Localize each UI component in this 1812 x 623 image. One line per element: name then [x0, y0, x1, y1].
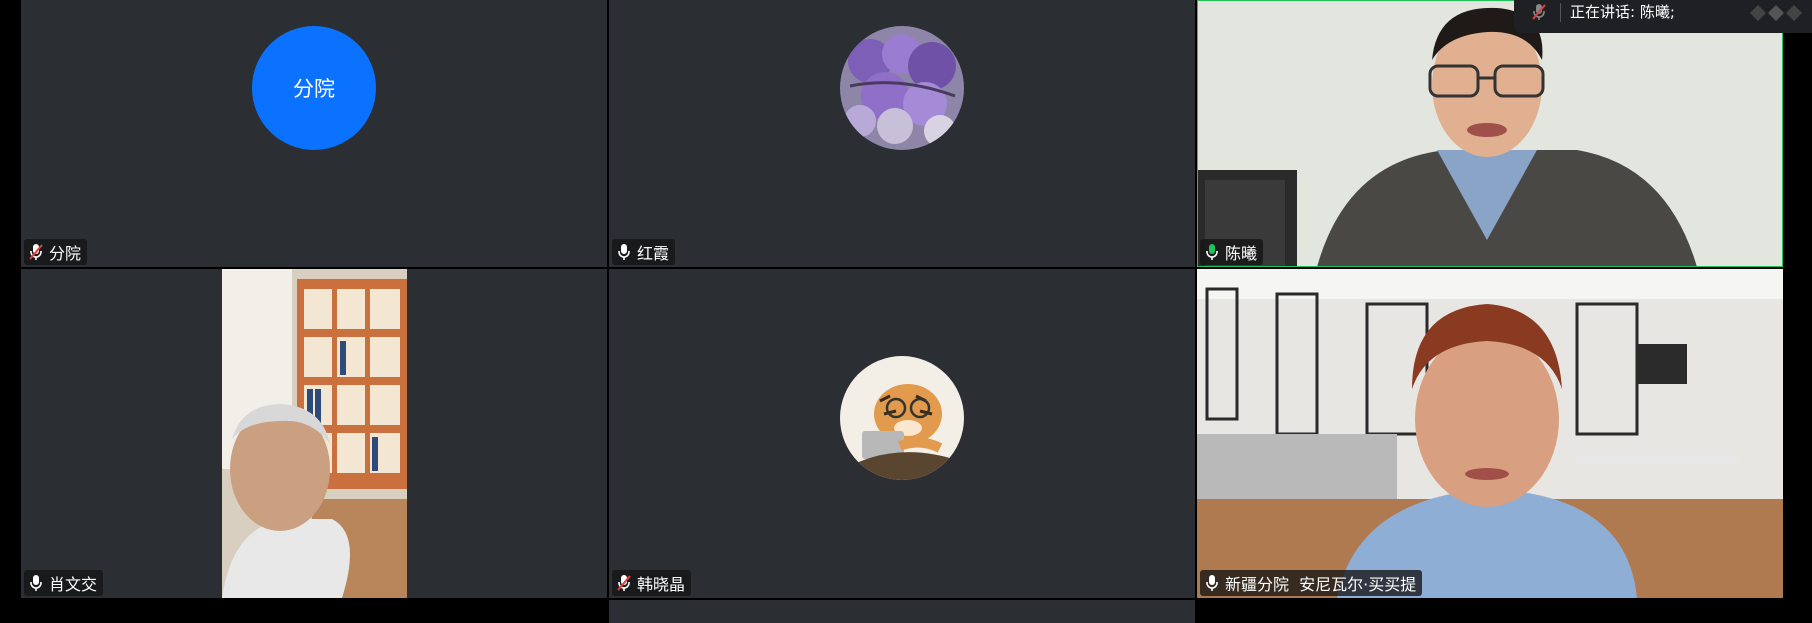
avatar — [840, 26, 964, 150]
window-controls-icon[interactable] — [1748, 2, 1806, 28]
avatar — [840, 356, 964, 480]
video-tile-hongxia[interactable]: 红霞 — [609, 0, 1195, 267]
divider — [1560, 3, 1561, 22]
participant-nametag: 肖文交 — [24, 570, 104, 596]
mic-muted-icon — [617, 574, 631, 592]
mic-active-icon — [1205, 243, 1219, 261]
participant-name: 肖文交 — [49, 575, 98, 594]
video-tile-fenyuan[interactable]: 分院 分院 — [21, 0, 607, 267]
bottom-strip — [609, 600, 1195, 623]
participant-name: 红霞 — [637, 244, 670, 263]
participant-name: 分院 — [49, 244, 82, 263]
speaking-label: 正在讲话: 陈曦; — [1570, 3, 1675, 21]
participant-name: 新疆分院 安尼瓦尔·买买提 — [1225, 575, 1417, 594]
mic-muted-icon — [29, 243, 43, 261]
participant-video — [1197, 0, 1783, 267]
participant-video — [1197, 269, 1783, 598]
participant-nametag: 韩晓晶 — [612, 570, 692, 596]
avatar-label: 分院 — [293, 77, 335, 101]
participant-video — [222, 269, 407, 598]
video-tile-xiaowenjiao[interactable]: 肖文交 — [21, 269, 607, 598]
participant-nametag: 分院 — [24, 239, 88, 265]
participant-name: 陈曦 — [1225, 244, 1258, 263]
avatar: 分院 — [252, 26, 376, 150]
speaking-status-bar: 正在讲话: 陈曦; — [1514, 0, 1812, 33]
mic-icon — [617, 243, 631, 261]
video-tile-xinjiang[interactable]: 新疆分院 安尼瓦尔·买买提 — [1197, 269, 1783, 598]
mic-icon — [29, 574, 43, 592]
mic-icon — [1205, 574, 1219, 592]
video-tile-chenxi[interactable]: 陈曦 — [1197, 0, 1783, 267]
participant-name: 韩晓晶 — [637, 575, 686, 594]
video-tile-hanxiaojing[interactable]: 韩晓晶 — [609, 269, 1195, 598]
mic-muted-icon — [1532, 3, 1546, 25]
participant-nametag: 红霞 — [612, 239, 676, 265]
participant-nametag: 陈曦 — [1200, 239, 1264, 265]
participant-nametag: 新疆分院 安尼瓦尔·买买提 — [1200, 570, 1423, 596]
